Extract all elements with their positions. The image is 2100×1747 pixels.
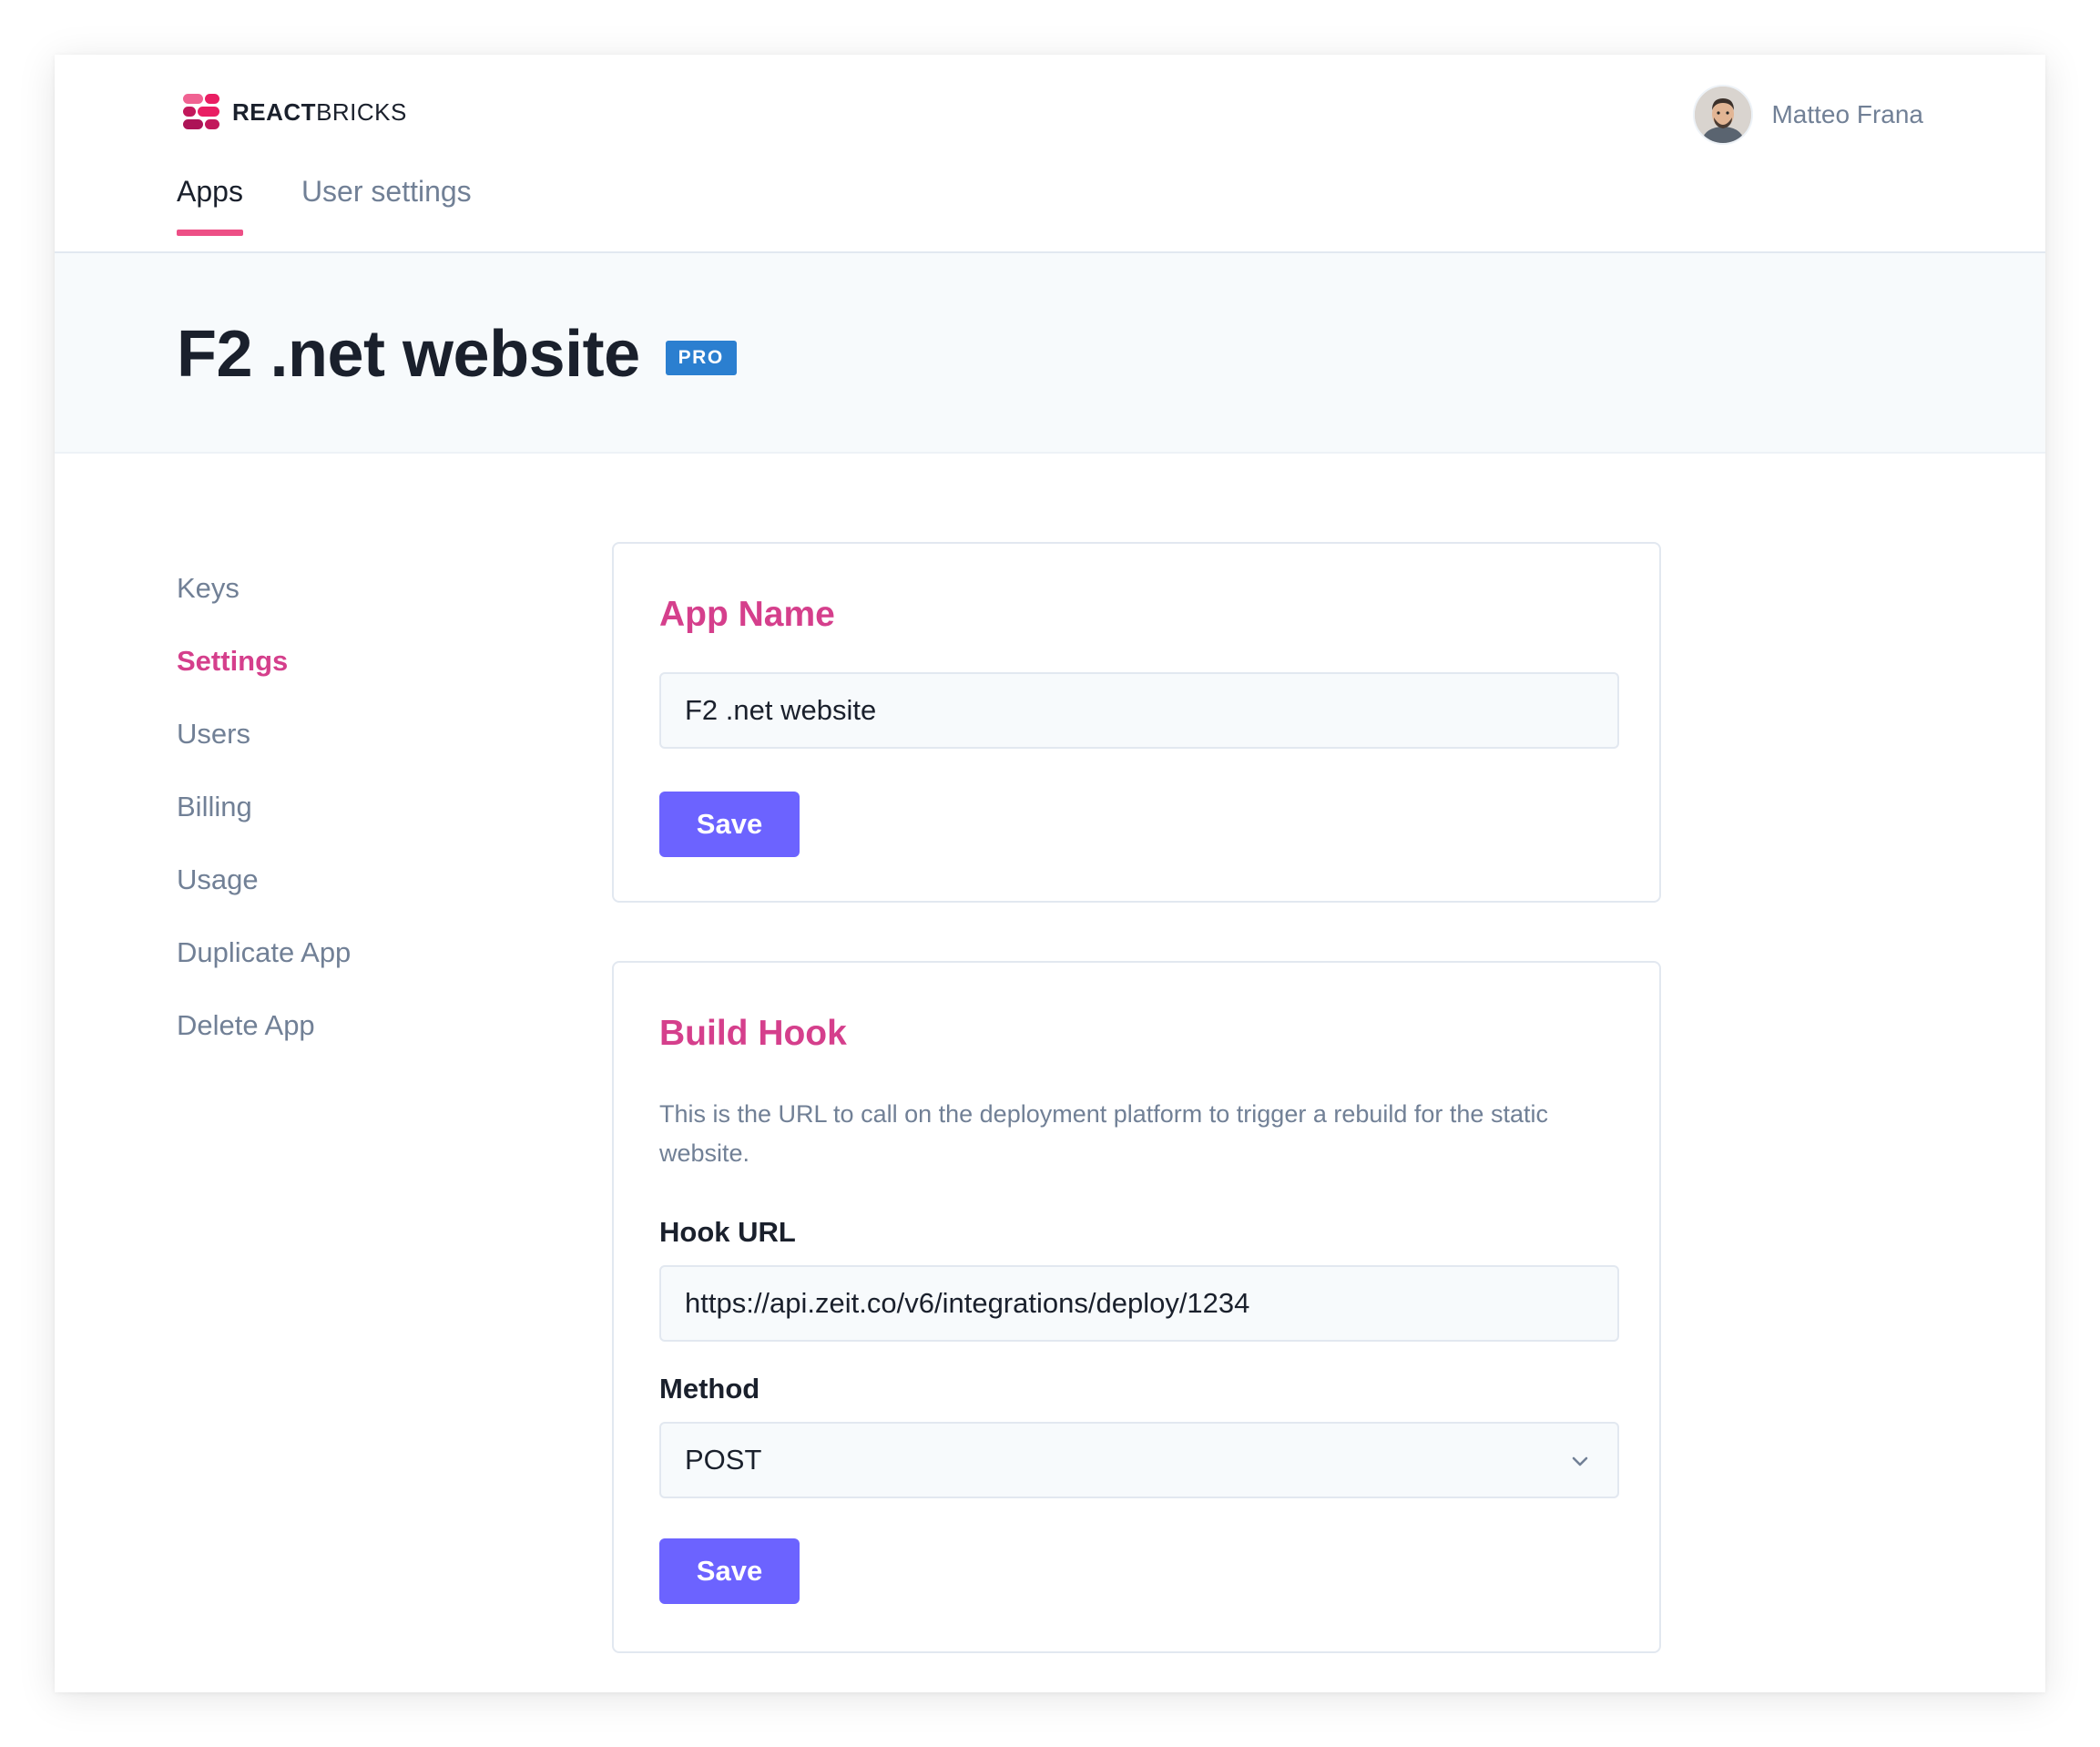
sidebar-item-duplicate-app[interactable]: Duplicate App (177, 936, 351, 1009)
tab-user-settings[interactable]: User settings (301, 175, 472, 236)
brand-name: REACTBRICKS (232, 97, 407, 126)
plan-badge: PRO (665, 341, 737, 375)
page-title: F2 .net website (177, 318, 640, 391)
sidebar-item-users[interactable]: Users (177, 718, 351, 791)
save-app-name-button[interactable]: Save (659, 792, 800, 857)
main-tabs: Apps User settings (177, 175, 530, 236)
app-window: REACTBRICKS Matteo Frana Apps User setti… (55, 55, 2045, 1692)
sidebar-item-delete-app[interactable]: Delete App (177, 1009, 351, 1082)
app-name-card: App Name F2 .net website Save (612, 542, 1661, 903)
settings-sidebar: Keys Settings Users Billing Usage Duplic… (177, 572, 351, 1082)
sidebar-item-billing[interactable]: Billing (177, 791, 351, 863)
app-name-heading: App Name (659, 595, 835, 634)
hook-url-input[interactable]: https://api.zeit.co/v6/integrations/depl… (659, 1265, 1619, 1342)
app-name-input[interactable]: F2 .net website (659, 672, 1619, 749)
sidebar-item-usage[interactable]: Usage (177, 863, 351, 936)
app-title-band: F2 .net website PRO (55, 253, 2045, 454)
build-hook-heading: Build Hook (659, 1014, 847, 1053)
reactbricks-logo-icon (183, 94, 219, 130)
user-menu[interactable]: Matteo Frana (1693, 85, 1923, 145)
method-select-value: POST (685, 1444, 762, 1476)
chevron-down-icon (1572, 1456, 1588, 1466)
user-name: Matteo Frana (1771, 100, 1923, 128)
method-select[interactable]: POST (659, 1422, 1619, 1498)
hook-url-label: Hook URL (659, 1216, 796, 1248)
top-header: REACTBRICKS Matteo Frana Apps User setti… (55, 55, 2045, 253)
avatar (1693, 85, 1754, 145)
method-label: Method (659, 1373, 760, 1405)
sidebar-item-settings[interactable]: Settings (177, 645, 351, 718)
save-build-hook-button[interactable]: Save (659, 1538, 800, 1604)
build-hook-card: Build Hook This is the URL to call on th… (612, 961, 1661, 1653)
sidebar-item-keys[interactable]: Keys (177, 572, 351, 645)
tab-apps[interactable]: Apps (177, 175, 243, 236)
brand-logo[interactable]: REACTBRICKS (183, 94, 407, 130)
build-hook-description: This is the URL to call on the deploymen… (659, 1100, 1548, 1167)
